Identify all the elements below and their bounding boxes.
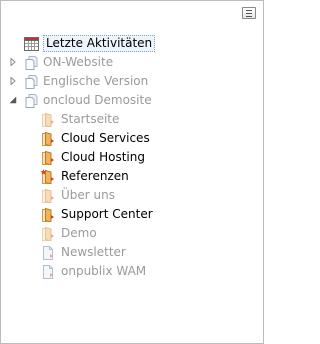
collapse-arrow-icon[interactable] [9, 96, 17, 104]
tree-item-label: Newsletter [61, 245, 126, 259]
tree-item-page[interactable]: onpublix WAM [9, 262, 263, 281]
calendar-icon [24, 36, 39, 51]
tree-item-label: Über uns [61, 188, 115, 202]
site-tree: Letzte Aktivitäten ON-Website Englische … [9, 34, 263, 281]
tree-item-recent[interactable]: Letzte Aktivitäten [9, 34, 263, 53]
tree-item-label: Startseite [61, 112, 120, 126]
folder-doc-icon [40, 150, 55, 165]
expand-arrow-icon[interactable] [9, 77, 17, 85]
expand-arrow-icon[interactable] [9, 58, 17, 66]
folder-doc-icon [40, 112, 55, 127]
tree-item-page[interactable]: Referenzen [9, 167, 263, 186]
tree-item-site[interactable]: ON-Website [9, 53, 263, 72]
tree-item-label: oncloud Demosite [43, 93, 152, 107]
tree-item-label: Englische Version [43, 74, 149, 88]
site-pages-icon [24, 93, 39, 108]
tree-item-page[interactable]: Cloud Services [9, 129, 263, 148]
folder-doc-icon [40, 207, 55, 222]
tree-item-label: Cloud Hosting [61, 150, 145, 164]
tree-item-page[interactable]: Support Center [9, 205, 263, 224]
tree-item-page[interactable]: Newsletter [9, 243, 263, 262]
tree-item-page[interactable]: Über uns [9, 186, 263, 205]
tree-item-label: Referenzen [61, 169, 129, 183]
tree-item-page[interactable]: Demo [9, 224, 263, 243]
site-pages-icon [24, 74, 39, 89]
list-menu-icon[interactable] [242, 7, 256, 19]
tree-item-label: onpublix WAM [61, 264, 147, 278]
tree-item-label: Support Center [61, 207, 153, 221]
tree-item-label: Demo [61, 226, 97, 240]
tree-item-label: Letzte Aktivitäten [43, 35, 156, 52]
tree-item-page[interactable]: Startseite [9, 110, 263, 129]
tree-item-page[interactable]: Cloud Hosting [9, 148, 263, 167]
site-pages-icon [24, 55, 39, 70]
folder-doc-icon [40, 188, 55, 203]
tree-item-label: ON-Website [43, 55, 114, 69]
site-tree-panel: Letzte Aktivitäten ON-Website Englische … [0, 0, 264, 344]
folder-doc-icon [40, 226, 55, 241]
tree-item-site[interactable]: Englische Version [9, 72, 263, 91]
tree-item-label: Cloud Services [61, 131, 150, 145]
page-icon [40, 245, 55, 260]
page-icon [40, 264, 55, 279]
folder-star-icon [40, 169, 55, 184]
tree-item-site[interactable]: oncloud Demosite [9, 91, 263, 110]
folder-doc-icon [40, 131, 55, 146]
